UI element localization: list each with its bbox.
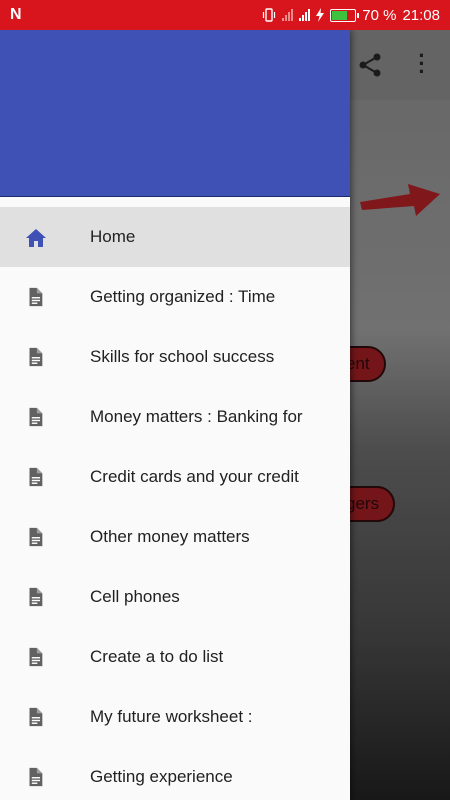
charging-icon — [316, 8, 325, 22]
drawer-menu: Home Getting organized : Time Skills for s… — [0, 197, 350, 800]
document-icon — [24, 586, 46, 608]
drawer-item-label: Home — [90, 227, 136, 246]
drawer-item-home[interactable]: Home — [0, 207, 350, 267]
drawer-item-label: Cell phones — [90, 587, 180, 606]
document-icon — [24, 526, 46, 548]
drawer-item-label: Other money matters — [90, 527, 250, 546]
drawer-item-cell-phones[interactable]: Cell phones — [0, 567, 350, 627]
document-icon — [24, 406, 46, 428]
notification-n-icon: N — [10, 6, 22, 23]
battery-icon — [330, 8, 360, 22]
battery-percent: 70 % — [362, 6, 397, 24]
drawer-item-label: Getting experience — [90, 767, 233, 786]
vibrate-icon — [263, 8, 276, 22]
signal-icon — [282, 9, 294, 21]
drawer-item-getting-organized-time[interactable]: Getting organized : Time — [0, 267, 350, 327]
document-icon — [24, 286, 46, 308]
drawer-item-my-future-worksheet[interactable]: My future worksheet : — [0, 687, 350, 747]
drawer-item-label: Money matters : Banking for — [90, 407, 303, 426]
drawer-item-skills-for-school-success[interactable]: Skills for school success — [0, 327, 350, 387]
document-icon — [24, 346, 46, 368]
drawer-item-credit-cards-and-your-credit[interactable]: Credit cards and your credit — [0, 447, 350, 507]
drawer-item-label: Skills for school success — [90, 347, 275, 366]
clock: 21:08 — [402, 6, 440, 24]
document-icon — [24, 466, 46, 488]
drawer-item-money-matters-banking-for[interactable]: Money matters : Banking for — [0, 387, 350, 447]
drawer-item-getting-experience[interactable]: Getting experience — [0, 747, 350, 800]
drawer-item-label: Credit cards and your credit — [90, 467, 299, 486]
document-icon — [24, 646, 46, 668]
drawer-item-label: Create a to do list — [90, 647, 224, 666]
drawer-item-label: Getting organized : Time — [90, 287, 276, 306]
document-icon — [24, 766, 46, 788]
drawer-item-create-a-to-do-list[interactable]: Create a to do list — [0, 627, 350, 687]
drawer-item-label: My future worksheet : — [90, 707, 253, 726]
navigation-drawer: Home Getting organized : Time Skills for s… — [0, 30, 350, 800]
status-bar: N 70 % 21:08 — [0, 0, 450, 30]
drawer-item-other-money-matters[interactable]: Other money matters — [0, 507, 350, 567]
document-icon — [24, 706, 46, 728]
signal-icon-2 — [299, 9, 311, 21]
drawer-header — [0, 30, 350, 197]
home-icon — [24, 226, 46, 248]
